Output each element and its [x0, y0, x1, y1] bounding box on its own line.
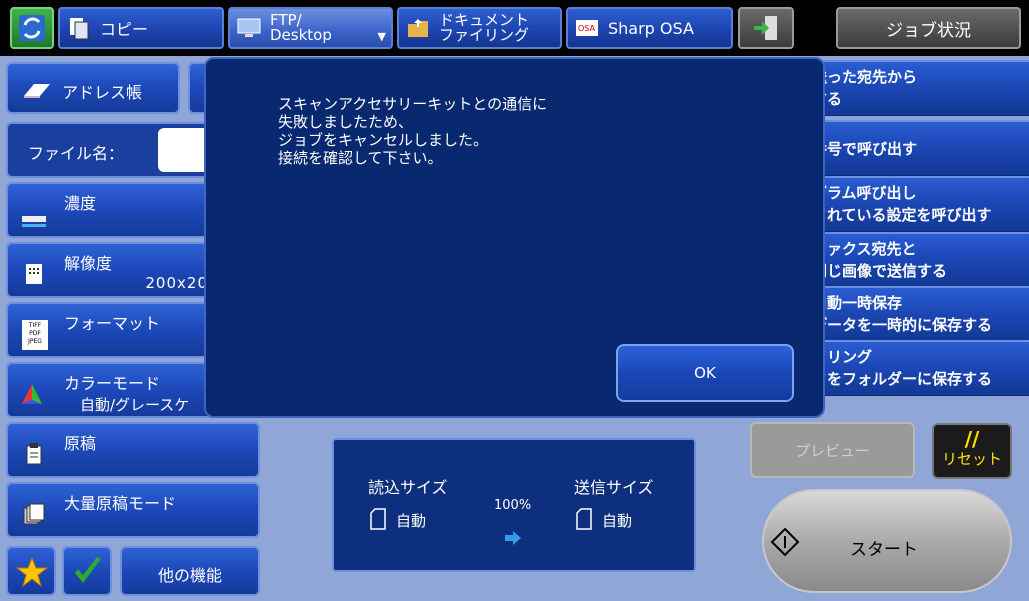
- bulk-mode-label: 大量原稿モード: [64, 494, 177, 513]
- logout-button[interactable]: [738, 7, 794, 49]
- arrow-right-icon: [505, 531, 521, 545]
- ftp-label-line2: Desktop: [270, 26, 332, 44]
- folder-icon: [405, 15, 431, 41]
- dropdown-arrow-icon: ▼: [377, 30, 386, 43]
- resolution-value: 200x20: [145, 274, 208, 292]
- other-functions-button[interactable]: 他の機能: [120, 546, 260, 596]
- ftp-desktop-mode-button[interactable]: FTP/ Desktop ▼: [228, 7, 393, 49]
- start-diamond-icon: [770, 527, 800, 557]
- format-icon-tiff: TIFF: [28, 322, 42, 329]
- right-item-1-line1: 送った宛先から: [812, 68, 918, 86]
- monitor-icon: [236, 15, 262, 41]
- page-icon: [576, 508, 592, 530]
- send-size-value: 自動: [602, 512, 633, 530]
- svg-text:OSA: OSA: [578, 24, 596, 33]
- reset-label: リセット: [941, 450, 1002, 468]
- preview-label: プレビュー: [794, 441, 870, 460]
- right-item-5-line1: 自動一時保存: [812, 294, 903, 312]
- reset-button[interactable]: // リセット: [932, 423, 1012, 479]
- right-item-4-line1: ファクス宛先と: [812, 240, 917, 258]
- right-menu-item-5[interactable]: 自動一時保存 データを一時的に保存する: [792, 286, 1029, 342]
- docfiling-label-line2: ファイリング: [439, 26, 530, 44]
- bulk-original-mode-button[interactable]: 大量原稿モード: [6, 482, 260, 538]
- home-button[interactable]: [10, 7, 54, 49]
- copy-mode-button[interactable]: コピー: [58, 7, 224, 49]
- address-book-label: アドレス帳: [62, 83, 143, 102]
- right-item-3-line2: されている設定を呼び出す: [812, 206, 992, 224]
- copy-icon: [66, 15, 92, 41]
- job-status-button[interactable]: ジョブ状況: [836, 7, 1021, 49]
- right-item-6-line2: タをフォルダーに保存する: [812, 370, 993, 388]
- preview-button[interactable]: プレビュー: [750, 422, 915, 478]
- original-document-icon: [26, 443, 42, 465]
- star-icon: [16, 556, 48, 588]
- osa-icon: OSA: [574, 15, 600, 41]
- sharp-osa-mode-button[interactable]: OSA Sharp OSA: [566, 7, 733, 49]
- favorites-button[interactable]: [6, 546, 56, 596]
- resolution-label: 解像度: [64, 254, 113, 273]
- right-item-6-line1: イリング: [812, 348, 873, 366]
- sharp-osa-label: Sharp OSA: [608, 18, 694, 38]
- file-format-icon: TIFF PDF JPEG: [22, 320, 48, 350]
- checklist-button[interactable]: [62, 546, 112, 596]
- original-label: 原稿: [64, 434, 97, 453]
- read-size-label: 読込サイズ: [368, 478, 448, 497]
- right-item-4-line2: 同じ画像で送信する: [812, 262, 948, 280]
- density-icon: [22, 216, 46, 227]
- original-button[interactable]: 原稿: [6, 422, 260, 478]
- format-icon-jpeg: JPEG: [28, 338, 42, 345]
- color-prism-icon: [22, 384, 42, 404]
- density-label: 濃度: [64, 194, 97, 213]
- scan-send-size-panel[interactable]: 読込サイズ 自動 100% 送信サイズ 自動: [332, 438, 696, 572]
- exit-door-icon: [754, 16, 777, 40]
- scale-ratio: 100%: [494, 498, 532, 513]
- right-item-1-line2: する: [812, 90, 843, 108]
- format-icon-pdf: PDF: [29, 330, 41, 337]
- copy-mode-label: コピー: [100, 20, 149, 39]
- right-menu-item-2[interactable]: 番号で呼び出す: [792, 120, 1029, 176]
- start-button[interactable]: スタート: [762, 489, 1012, 593]
- refresh-icon: [19, 15, 45, 41]
- right-item-5-line2: データを一時的に保存する: [812, 316, 993, 334]
- book-icon: [24, 84, 50, 98]
- file-name-label: ファイル名：: [28, 144, 125, 163]
- resolution-icon: [26, 264, 42, 284]
- right-item-3-line1: グラム呼び出し: [812, 184, 917, 202]
- reset-icon: //: [964, 427, 980, 451]
- right-menu-item-3[interactable]: グラム呼び出し されている設定を呼び出す: [792, 176, 1029, 232]
- page-icon: [370, 508, 386, 530]
- right-menu-item-1[interactable]: 送った宛先から する: [792, 60, 1029, 116]
- job-status-label: ジョブ状況: [886, 20, 971, 41]
- document-stack-icon: [23, 503, 45, 525]
- color-mode-label: カラーモード: [64, 374, 161, 393]
- document-filing-mode-button[interactable]: ドキュメント ファイリング: [397, 7, 562, 49]
- read-size-value: 自動: [396, 512, 427, 530]
- address-book-button[interactable]: アドレス帳: [6, 62, 180, 114]
- right-menu-item-6[interactable]: イリング タをフォルダーに保存する: [792, 340, 1029, 396]
- error-message: スキャンアクセサリーキットとの通信に 失敗しましたため、 ジョブをキャンセルしま…: [278, 95, 548, 167]
- other-functions-label: 他の機能: [157, 566, 222, 585]
- checkmark-icon: [75, 557, 101, 583]
- format-label: フォーマット: [64, 314, 161, 333]
- right-menu-item-4[interactable]: ファクス宛先と 同じ画像で送信する: [792, 232, 1029, 288]
- start-label: スタート: [850, 540, 918, 560]
- ok-label: OK: [694, 364, 716, 382]
- send-size-label: 送信サイズ: [574, 478, 654, 497]
- color-mode-value: 自動/グレースケ: [80, 396, 190, 414]
- top-bar: コピー FTP/ Desktop ▼ ドキュメント ファイリング OSA Sha…: [0, 0, 1029, 56]
- right-item-2-line1: 番号で呼び出す: [812, 140, 918, 158]
- error-dialog: スキャンアクセサリーキットとの通信に 失敗しましたため、 ジョブをキャンセルしま…: [204, 57, 825, 418]
- ok-button[interactable]: OK: [616, 344, 794, 402]
